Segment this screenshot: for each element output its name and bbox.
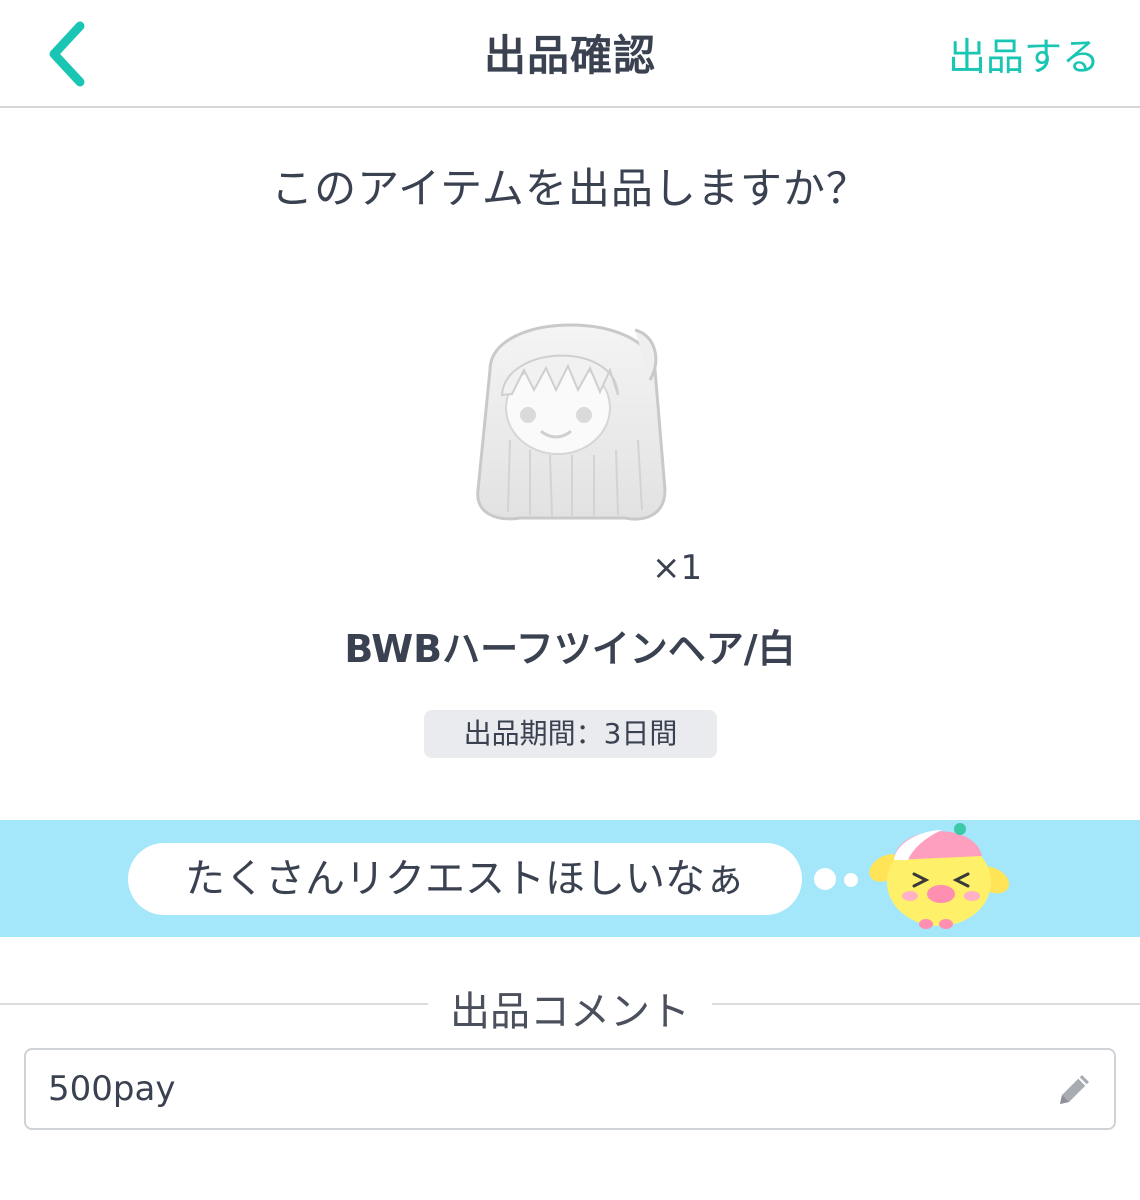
bubble-dot: [814, 868, 836, 890]
bird-mascot-icon: [869, 823, 1010, 929]
listing-period-badge: 出品期間：3日間: [424, 710, 717, 758]
comment-section-title: 出品コメント: [450, 989, 690, 1035]
item-thumbnail: [450, 290, 690, 530]
confirm-question: このアイテムを出品しますか？: [271, 164, 869, 213]
bubble-dot: [844, 873, 858, 887]
speech-bubble: たくさんリクエストほしいなぁ: [128, 843, 802, 915]
comment-input[interactable]: [48, 1050, 1038, 1128]
top-nav-bar: 出品確認 出品する: [0, 0, 1140, 108]
submit-listing-button[interactable]: 出品する: [948, 26, 1100, 81]
pencil-icon[interactable]: [1052, 1068, 1096, 1112]
mascot: [864, 820, 1014, 937]
item-quantity: ×1: [652, 548, 703, 588]
message-banner: たくさんリクエストほしいなぁ: [0, 820, 1140, 937]
comment-field[interactable]: [24, 1048, 1116, 1130]
divider: [712, 1003, 1140, 1005]
item-name: BWBハーフツインヘア/白: [344, 627, 796, 671]
divider: [0, 1003, 428, 1005]
comment-section-header: 出品コメント: [0, 975, 1140, 1035]
half-twin-hair-item-icon: [476, 323, 667, 521]
